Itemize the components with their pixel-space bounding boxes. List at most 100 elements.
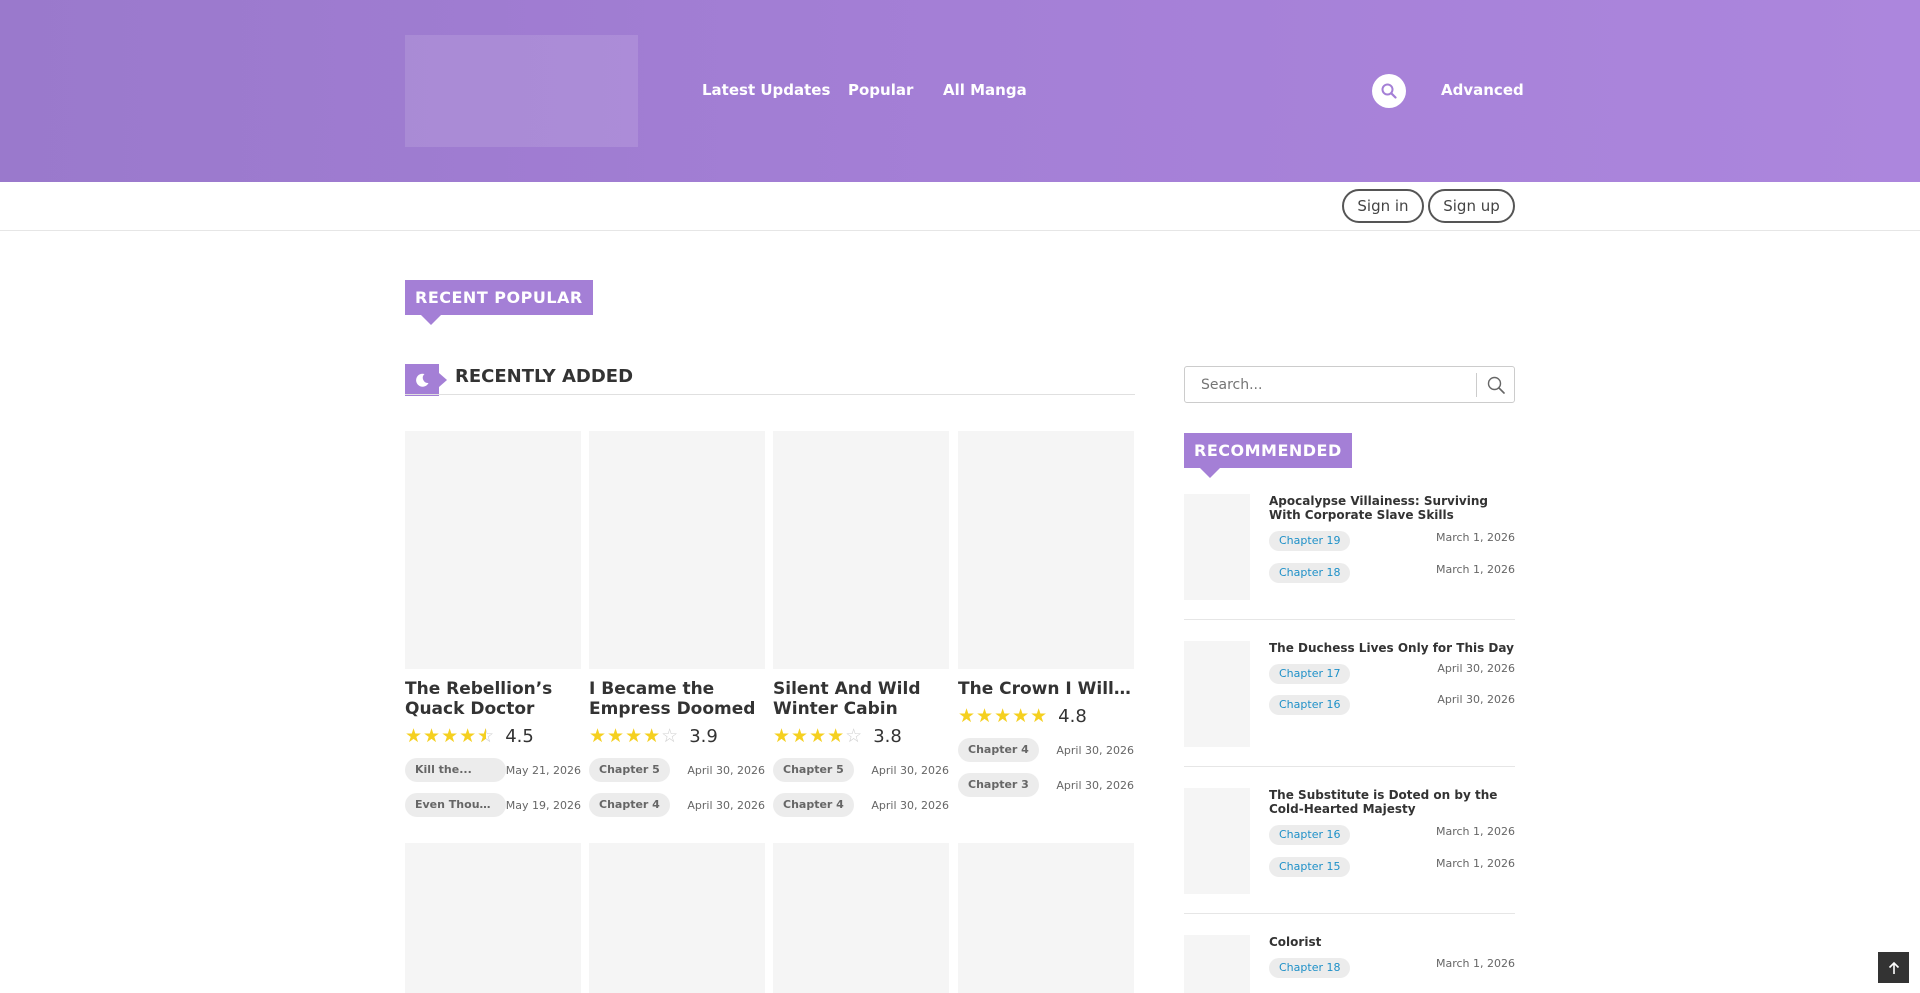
chapter-date: March 1, 2026: [1435, 531, 1515, 544]
tag-pointer: [421, 315, 441, 325]
star-rating: ★★★★☆: [773, 725, 864, 747]
chapter-date: March 1, 2026: [1435, 957, 1515, 970]
divider: [1184, 913, 1515, 914]
rating-score: 3.8: [873, 725, 902, 747]
arrow-up-icon: [1888, 961, 1899, 974]
back-to-top-button[interactable]: [1878, 952, 1909, 983]
star-rating: ★★★★☆★: [405, 725, 496, 747]
manga-title[interactable]: The Crown I Will Seize: [958, 679, 1134, 699]
moon-icon-box: [405, 364, 447, 396]
recommended-item: Colorist Chapter 18 March 1, 2026: [1184, 935, 1515, 993]
sidebar-search: [1184, 366, 1515, 403]
sign-up-button[interactable]: Sign up: [1428, 189, 1515, 223]
chapter-link[interactable]: Chapter 5: [773, 758, 854, 782]
rating-score: 4.5: [505, 725, 534, 747]
recommended-title[interactable]: Colorist: [1269, 935, 1515, 949]
chapter-date: April 30, 2026: [1437, 662, 1515, 675]
recent-popular-heading: RECENT POPULAR: [405, 280, 593, 325]
manga-cover[interactable]: [589, 431, 765, 669]
chapter-link[interactable]: Chapter 19: [1269, 531, 1351, 551]
manga-cover[interactable]: [405, 431, 581, 669]
header-search-button[interactable]: [1372, 74, 1406, 108]
manga-cover[interactable]: [589, 843, 765, 993]
chapter-link[interactable]: Kill the...: [405, 758, 506, 782]
star-rating: ★★★★☆: [589, 725, 680, 747]
chapter-date: April 30, 2026: [687, 763, 765, 777]
chapter-date: April 30, 2026: [1056, 778, 1134, 792]
section-divider: [405, 394, 1135, 395]
sidebar-search-input[interactable]: [1186, 368, 1476, 401]
chapter-date: April 30, 2026: [687, 798, 765, 812]
chapter-date: March 1, 2026: [1435, 857, 1515, 870]
chapter-row: Chapter 3 April 30, 2026: [958, 773, 1134, 797]
search-icon: [1487, 376, 1505, 394]
recommended-label: RECOMMENDED: [1194, 441, 1342, 460]
chapter-link[interactable]: Chapter 18: [1269, 958, 1351, 978]
manga-title[interactable]: I Became the Empress Doomed to...: [589, 679, 765, 719]
manga-title[interactable]: The Rebellion’s Quack Doctor: [405, 679, 581, 719]
tag-pointer: [1200, 468, 1220, 478]
sidebar-search-button[interactable]: [1477, 367, 1515, 402]
search-icon: [1381, 83, 1397, 99]
chapter-link[interactable]: Chapter 16: [1269, 825, 1351, 845]
recommended-item: The Duchess Lives Only for This Day Chap…: [1184, 641, 1515, 767]
manga-cover[interactable]: [773, 431, 949, 669]
rating: ★★★★☆ 3.8: [773, 725, 949, 747]
rating: ★★★★★ 4.8: [958, 705, 1134, 727]
chapter-row: Chapter 5 April 30, 2026: [773, 758, 949, 782]
sign-in-button[interactable]: Sign in: [1342, 189, 1424, 223]
recommended-thumbnail[interactable]: [1184, 788, 1250, 894]
manga-cover[interactable]: [405, 843, 581, 993]
chapter-link[interactable]: Chapter 18: [1269, 563, 1351, 583]
recommended-item: Apocalypse Villainess: Surviving With Co…: [1184, 494, 1515, 620]
nav-latest-updates[interactable]: Latest Updates: [702, 81, 830, 99]
chapter-date: May 19, 2026: [505, 798, 581, 812]
chapter-link[interactable]: Even Though I...: [405, 793, 506, 817]
recommended-thumbnail[interactable]: [1184, 935, 1250, 993]
divider: [1184, 619, 1515, 620]
chapter-link[interactable]: Chapter 4: [773, 793, 854, 817]
moon-icon: [416, 373, 429, 387]
chapter-link[interactable]: Chapter 4: [589, 793, 670, 817]
chapter-row: Chapter 4 April 30, 2026: [958, 738, 1134, 762]
nav-popular[interactable]: Popular: [848, 81, 913, 99]
manga-cover[interactable]: [958, 843, 1134, 993]
manga-title[interactable]: Silent And Wild Winter Cabin: [773, 679, 949, 719]
recommended-heading: RECOMMENDED: [1184, 433, 1352, 478]
advanced-search-link[interactable]: Advanced: [1441, 81, 1524, 99]
nav-all-manga[interactable]: All Manga: [943, 81, 1027, 99]
manga-card: The Crown I Will Seize ★★★★★ 4.8 Chapter…: [958, 431, 1134, 797]
rating-score: 3.9: [689, 725, 718, 747]
chapter-row: Chapter 5 April 30, 2026: [589, 758, 765, 782]
site-header: Latest Updates Popular All Manga Advance…: [0, 0, 1920, 182]
manga-cover[interactable]: [958, 431, 1134, 669]
chapter-date: April 30, 2026: [1437, 693, 1515, 706]
star-rating: ★★★★★: [958, 705, 1049, 727]
manga-card: The Rebellion’s Quack Doctor ★★★★☆★ 4.5 …: [405, 431, 581, 817]
chapter-link[interactable]: Chapter 5: [589, 758, 670, 782]
auth-bar: [0, 182, 1920, 231]
manga-cover[interactable]: [773, 843, 949, 993]
chapter-row: Chapter 4 April 30, 2026: [589, 793, 765, 817]
chapter-link[interactable]: Chapter 15: [1269, 857, 1351, 877]
rating: ★★★★☆★ 4.5: [405, 725, 581, 747]
chapter-date: March 1, 2026: [1435, 825, 1515, 838]
chapter-date: April 30, 2026: [871, 798, 949, 812]
chapter-date: May 21, 2026: [505, 763, 581, 777]
chapter-date: April 30, 2026: [1056, 743, 1134, 757]
rating-score: 4.8: [1058, 705, 1087, 727]
site-logo[interactable]: [405, 35, 638, 147]
recommended-title[interactable]: Apocalypse Villainess: Surviving With Co…: [1269, 494, 1515, 522]
manga-card: Silent And Wild Winter Cabin ★★★★☆ 3.8 C…: [773, 431, 949, 817]
recently-added-title: RECENTLY ADDED: [455, 366, 634, 387]
recommended-title[interactable]: The Duchess Lives Only for This Day: [1269, 641, 1515, 655]
chapter-link[interactable]: Chapter 17: [1269, 664, 1351, 684]
chapter-link[interactable]: Chapter 16: [1269, 695, 1351, 715]
recommended-title[interactable]: The Substitute is Doted on by the Cold-H…: [1269, 788, 1515, 816]
chapter-row: Kill the... May 21, 2026: [405, 758, 581, 782]
recommended-thumbnail[interactable]: [1184, 641, 1250, 747]
recommended-thumbnail[interactable]: [1184, 494, 1250, 600]
chapter-link[interactable]: Chapter 3: [958, 773, 1039, 797]
chapter-row: Even Though I... May 19, 2026: [405, 793, 581, 817]
chapter-link[interactable]: Chapter 4: [958, 738, 1039, 762]
